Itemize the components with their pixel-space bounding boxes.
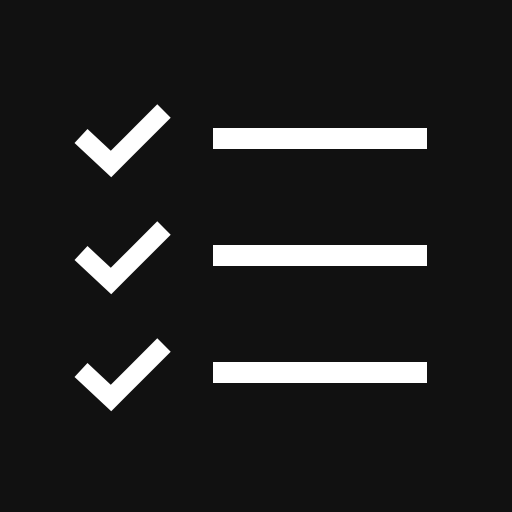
list-line-icon (213, 128, 427, 149)
checklist-icon (0, 0, 512, 512)
list-line-icon (213, 245, 427, 266)
checklist-icon-graphic (0, 0, 512, 512)
list-line-icon (213, 362, 427, 383)
